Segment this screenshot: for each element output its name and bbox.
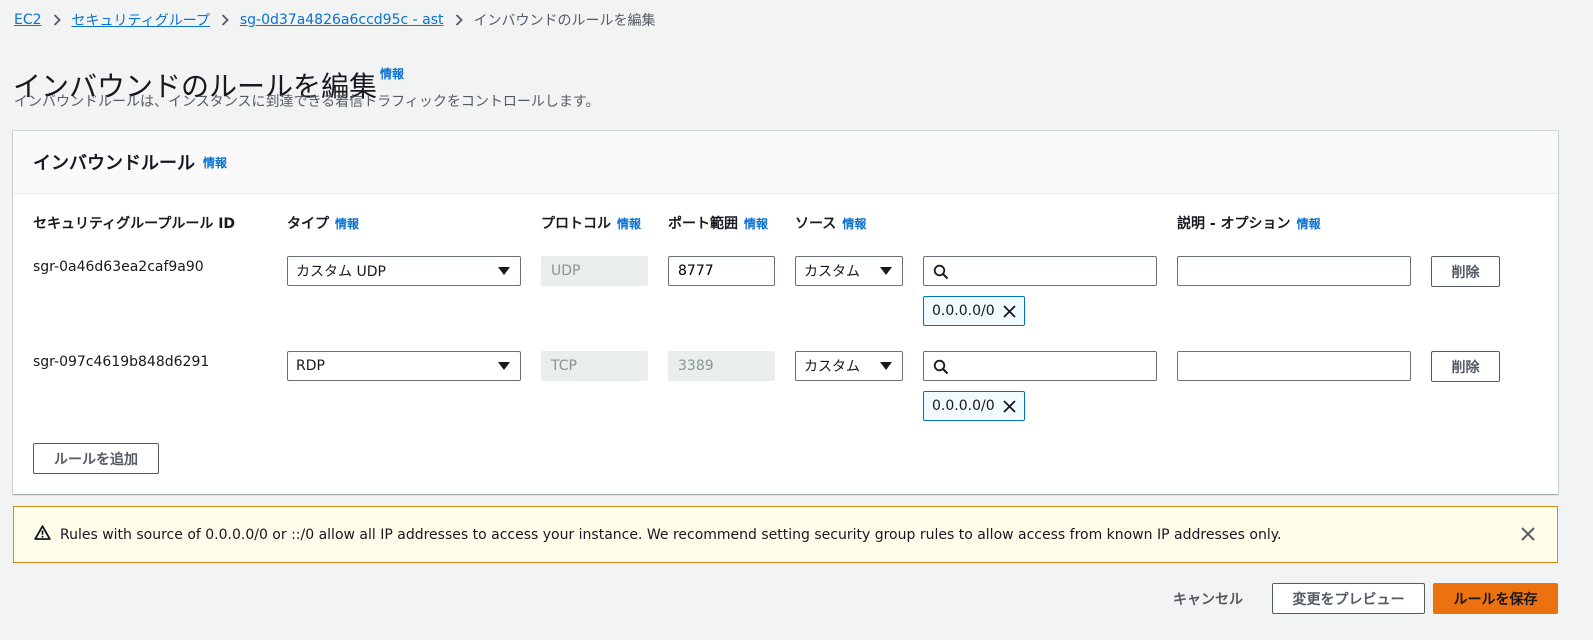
column-label-protocol: プロトコル	[541, 216, 611, 232]
delete-button[interactable]: 削除	[1431, 351, 1500, 382]
port-range-info-link[interactable]: 情報	[744, 215, 768, 232]
column-header-source: ソース 情報	[795, 213, 866, 233]
description-input[interactable]	[1177, 351, 1411, 381]
warning-alert: Rules with source of 0.0.0.0/0 or ::/0 a…	[13, 506, 1558, 563]
close-icon[interactable]	[1002, 304, 1016, 318]
cidr-token: 0.0.0.0/0	[923, 391, 1025, 421]
title-info-link[interactable]: 情報	[380, 65, 404, 82]
alert-text: Rules with source of 0.0.0.0/0 or ::/0 a…	[60, 526, 1282, 543]
save-rules-button[interactable]: ルールを保存	[1433, 583, 1558, 614]
cancel-button[interactable]: キャンセル	[1160, 583, 1256, 614]
add-rule-button[interactable]: ルールを追加	[33, 443, 159, 474]
cidr-search-input[interactable]	[923, 351, 1157, 381]
column-label-source: ソース	[795, 216, 837, 232]
port-range-field: 3389	[668, 351, 775, 381]
caret-down-icon	[498, 267, 510, 275]
column-label-type: タイプ	[287, 216, 329, 232]
type-select[interactable]: RDP	[287, 351, 521, 381]
column-header-type: タイプ 情報	[287, 213, 359, 233]
port-range-value: 3389	[678, 358, 714, 374]
chevron-right-icon	[53, 14, 61, 26]
page-description: インバウンドルールは、インスタンスに到達できる着信トラフィックをコントロールしま…	[14, 94, 600, 110]
port-range-input[interactable]	[668, 256, 775, 286]
caret-down-icon	[880, 267, 892, 275]
column-header-protocol: プロトコル 情報	[541, 213, 641, 233]
protocol-value: UDP	[551, 263, 581, 279]
breadcrumb: EC2 セキュリティグループ sg-0d37a4826a6ccd95c - as…	[14, 10, 656, 30]
column-header-rule-id: セキュリティグループルール ID	[33, 213, 235, 233]
caret-down-icon	[498, 362, 510, 370]
panel-title: インバウンドルール	[33, 153, 195, 174]
breadcrumb-ec2[interactable]: EC2	[14, 12, 42, 28]
source-select-value: カスタム	[804, 359, 860, 375]
preview-changes-button[interactable]: 変更をプレビュー	[1272, 583, 1425, 614]
column-header-description: 説明 - オプション 情報	[1177, 213, 1321, 233]
column-label-rule-id: セキュリティグループルール ID	[33, 216, 236, 232]
type-select-value: カスタム UDP	[296, 264, 386, 280]
search-icon	[933, 264, 949, 284]
source-select[interactable]: カスタム	[795, 256, 903, 286]
type-info-link[interactable]: 情報	[335, 215, 359, 232]
description-info-link[interactable]: 情報	[1297, 215, 1321, 232]
source-select[interactable]: カスタム	[795, 351, 903, 381]
warning-icon	[34, 525, 51, 544]
type-select[interactable]: カスタム UDP	[287, 256, 521, 286]
description-input[interactable]	[1177, 256, 1411, 286]
chevron-right-icon	[221, 14, 229, 26]
inbound-rules-panel: インバウンドルール 情報 セキュリティグループルール ID タイプ 情報 プロト…	[13, 131, 1558, 494]
breadcrumb-security-group[interactable]: sg-0d37a4826a6ccd95c - ast	[240, 12, 444, 28]
protocol-info-link[interactable]: 情報	[617, 215, 641, 232]
protocol-field: UDP	[541, 256, 648, 286]
protocol-value: TCP	[551, 358, 577, 374]
close-icon[interactable]	[1520, 526, 1536, 546]
rule-id: sgr-097c4619b848d6291	[33, 354, 210, 370]
cidr-token-label: 0.0.0.0/0	[932, 303, 995, 319]
cidr-token: 0.0.0.0/0	[923, 296, 1025, 326]
source-info-link[interactable]: 情報	[842, 215, 866, 232]
protocol-field: TCP	[541, 351, 648, 381]
close-icon[interactable]	[1002, 399, 1016, 413]
source-select-value: カスタム	[804, 264, 860, 280]
breadcrumb-security-groups[interactable]: セキュリティグループ	[72, 10, 210, 30]
type-select-value: RDP	[296, 358, 325, 374]
caret-down-icon	[880, 362, 892, 370]
panel-info-link[interactable]: 情報	[203, 154, 227, 171]
cidr-token-label: 0.0.0.0/0	[932, 398, 995, 414]
search-icon	[933, 359, 949, 379]
chevron-right-icon	[455, 14, 463, 26]
delete-button[interactable]: 削除	[1431, 256, 1500, 287]
panel-header: インバウンドルール 情報	[13, 131, 1558, 194]
column-header-port-range: ポート範囲 情報	[668, 213, 768, 233]
rule-id: sgr-0a46d63ea2caf9a90	[33, 259, 204, 275]
cidr-search-input[interactable]	[923, 256, 1157, 286]
column-label-port-range: ポート範囲	[668, 216, 738, 232]
column-label-description: 説明 - オプション	[1177, 216, 1291, 232]
breadcrumb-current: インバウンドのルールを編集	[473, 13, 656, 29]
